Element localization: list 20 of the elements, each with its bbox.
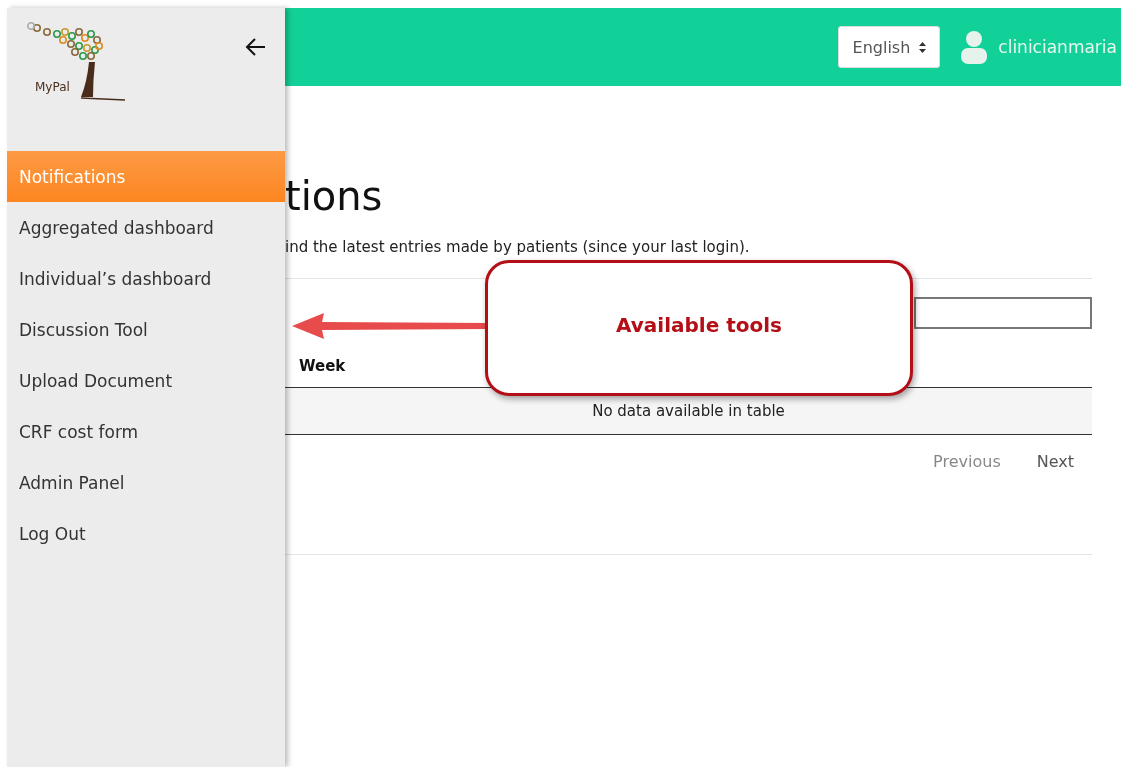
search-field[interactable] xyxy=(914,297,1092,329)
sidebar-item[interactable]: Discussion Tool xyxy=(7,304,285,355)
logo-text: MyPal xyxy=(35,80,70,94)
column-header[interactable]: Week xyxy=(299,357,346,375)
user-icon xyxy=(960,30,989,64)
sidebar-item[interactable]: Log Out xyxy=(7,508,285,559)
pagination-button[interactable]: Next xyxy=(1018,452,1092,471)
sidebar-item[interactable]: Aggregated dashboard xyxy=(7,202,285,253)
pagination-button[interactable]: Previous xyxy=(915,452,1019,471)
empty-table-message: No data available in table xyxy=(592,402,785,420)
sidebar-item[interactable]: Upload Document xyxy=(7,355,285,406)
sort-caret-icon xyxy=(918,40,928,54)
sidebar-item[interactable]: Admin Panel xyxy=(7,457,285,508)
page-title: tions xyxy=(285,172,384,220)
page-description: ind the latest entries made by patients (since your last login). xyxy=(285,238,751,256)
sidebar-item[interactable]: CRF cost form xyxy=(7,406,285,457)
language-select[interactable]: English xyxy=(837,26,941,68)
callout-text: Available tools xyxy=(616,313,782,339)
back-arrow-icon[interactable] xyxy=(245,36,267,58)
sidebar-item[interactable]: Individual’s dashboard xyxy=(7,253,285,304)
